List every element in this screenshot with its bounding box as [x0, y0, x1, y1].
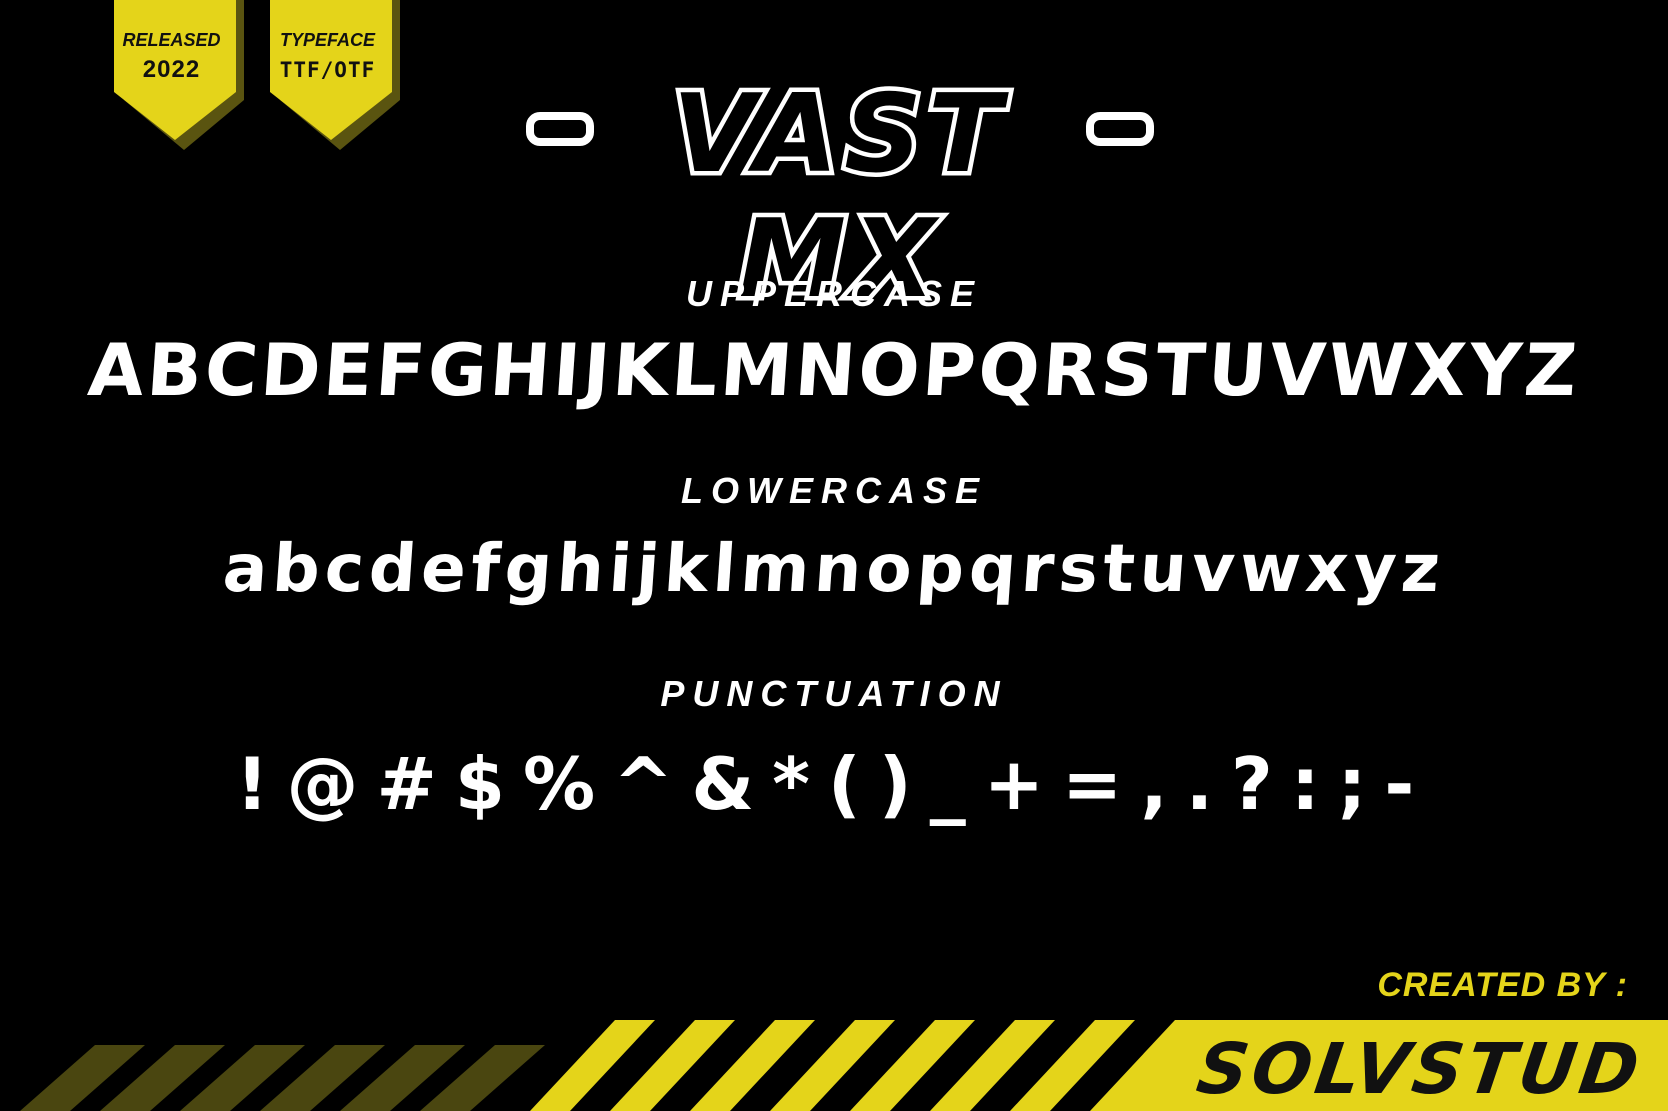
font-title: VAST MX VAST MX	[520, 68, 1160, 327]
typeface-formats: TTF/OTF	[279, 58, 376, 82]
creator-name: SOLVSTUD	[1192, 1028, 1648, 1110]
punctuation-heading: PUNCTUATION	[660, 673, 1008, 714]
released-year: 2022	[142, 56, 201, 83]
created-by-label: CREATED BY :	[1377, 966, 1628, 1004]
lowercase-glyphs: abcdefghijklmnopqrstuvwxyz	[220, 530, 1448, 607]
released-badge: RELEASED 2022	[114, 0, 244, 150]
punctuation-glyphs: !@#$%^&*()_+=,.?:;-	[235, 742, 1433, 826]
typeface-badge: TYPEFACE TTF/OTF	[270, 0, 400, 150]
uppercase-glyphs: ABCDEFGHIJKLMNOPQRSTUVWXYZ	[85, 328, 1583, 412]
released-label: RELEASED	[122, 30, 221, 50]
lowercase-heading: LOWERCASE	[681, 470, 987, 511]
typeface-label: TYPEFACE	[279, 30, 376, 50]
uppercase-heading: UPPERCASE	[685, 273, 983, 314]
